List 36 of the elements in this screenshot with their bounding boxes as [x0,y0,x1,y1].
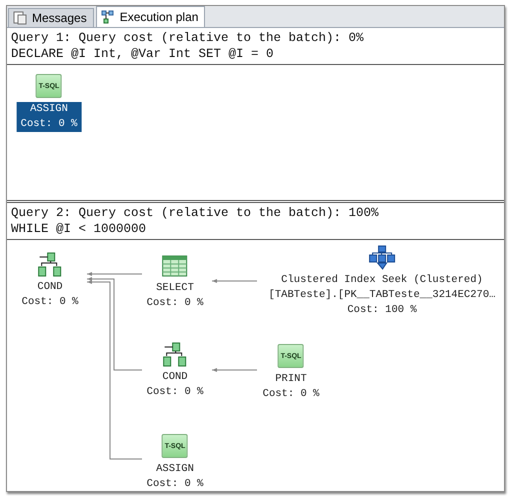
connector-arrow [212,368,258,372]
index-seek-icon [368,245,396,271]
node-caption[interactable]: SELECT Cost: 0 % [142,281,208,311]
operator-cost: Cost: 100 % [347,303,417,318]
node-caption[interactable]: PRINT Cost: 0 % [258,372,324,402]
operator-name: ASSIGN [156,462,194,477]
query-statement: WHILE @I < 1000000 [11,221,148,237]
messages-icon [13,11,27,25]
node-caption[interactable]: ASSIGN Cost: 0 % [16,102,82,132]
operator-name: PRINT [275,372,307,387]
operator-name: COND [162,370,188,385]
query-header: Query 1: Query cost (relative to the batch): 0% [11,30,365,46]
query-statement: DECLARE @I Int, @Var Int SET @I = 0 [11,46,275,62]
operator-object: [TABTeste].[PK__TABTeste__3214EC270… [268,288,496,303]
operator-cost: Cost: 0 % [146,296,204,311]
operator-name: ASSIGN [30,102,68,117]
tab[interactable]: Messages [8,8,94,27]
table-icon [162,253,188,279]
operator-cost: Cost: 0 % [146,477,204,492]
operator-name: Clustered Index Seek (Clustered) [281,273,483,288]
execution-plan-icon [100,10,115,24]
connector-arrow [212,279,258,283]
node-caption[interactable]: COND Cost: 0 % [18,280,82,310]
operator-cost: Cost: 0 % [20,117,78,132]
conditional-icon [37,252,63,278]
node-caption[interactable]: COND Cost: 0 % [142,370,208,400]
tab[interactable]: Execution plan [96,6,206,27]
operator-name: SELECT [156,281,194,296]
node-caption[interactable]: ASSIGN Cost: 0 % [142,462,208,492]
query-header: Query 2: Query cost (relative to the batch): 100% [11,205,380,221]
operator-name: COND [37,280,63,295]
operator-cost: Cost: 0 % [262,387,320,402]
conditional-icon [162,342,188,368]
operator-cost: Cost: 0 % [22,295,78,310]
node-caption[interactable]: Clustered Index Seek (Clustered) [TABTeste].[PK__TABTeste__3214EC270… Cost: 100 % [264,273,500,318]
operator-cost: Cost: 0 % [146,385,204,400]
